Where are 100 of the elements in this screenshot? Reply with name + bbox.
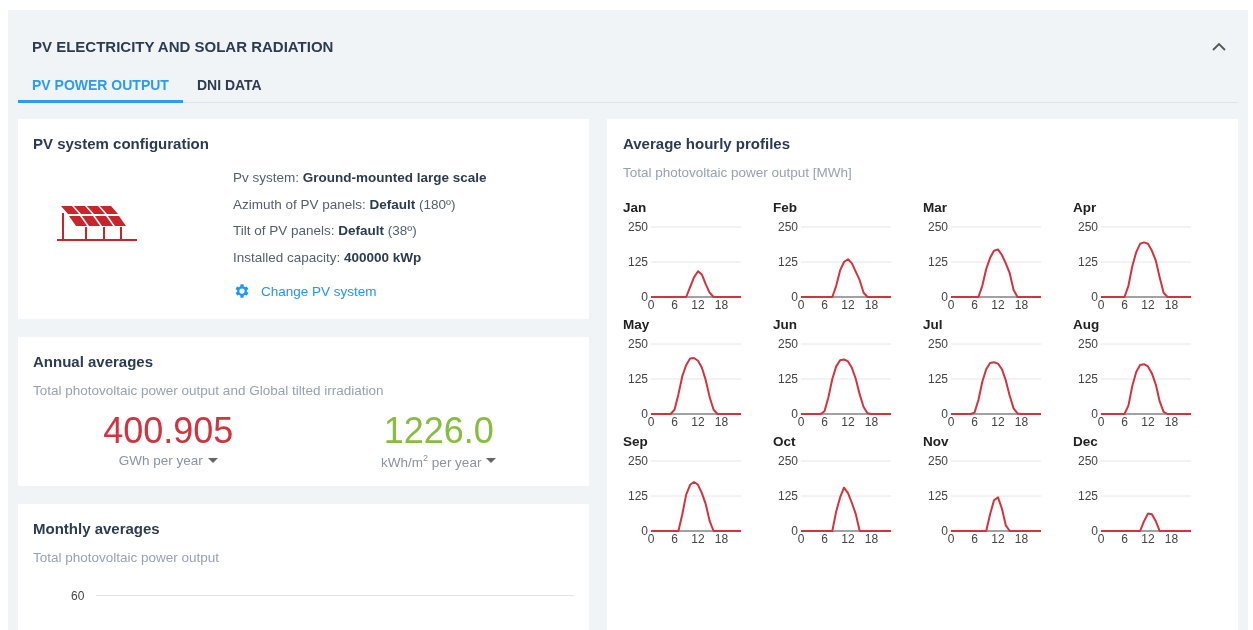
axis-tick-label: 0 — [647, 532, 655, 543]
axis-tick-label: 125 — [627, 489, 648, 503]
axis-tick-label: 0 — [1091, 407, 1098, 421]
chart-title: Jun — [773, 317, 798, 332]
axis-tick-label: 0 — [647, 415, 655, 426]
axis-tick-label: 250 — [927, 220, 948, 234]
axis-tick-label: 18 — [1014, 532, 1029, 543]
axis-tick-label: 125 — [927, 489, 948, 503]
axis-tick-label: 125 — [627, 372, 648, 386]
axis-tick-label: 6 — [1121, 415, 1128, 426]
axis-tick-label: 0 — [941, 524, 948, 538]
chart-title: Apr — [1073, 200, 1098, 215]
card-subtitle: Total photovoltaic power output [MWh] — [623, 165, 853, 180]
axis-tick-label: 6 — [971, 415, 978, 426]
tab[interactable]: DNI DATA — [182, 77, 276, 103]
chart-title: Oct — [773, 434, 797, 449]
axis-tick-label: 6 — [671, 415, 678, 426]
axis-tick-label: 250 — [1077, 337, 1098, 351]
settings-icon — [233, 282, 251, 300]
axis-tick-label: 125 — [1077, 372, 1098, 386]
card-title: PV system configuration — [33, 135, 210, 152]
axis-tick-label: 18 — [1164, 298, 1179, 309]
axis-tick-label: 125 — [777, 255, 798, 269]
axis-tick-label: 12 — [841, 298, 855, 309]
axis-tick-label: 0 — [641, 290, 648, 304]
axis-tick-label: 0 — [1097, 415, 1105, 426]
chart-title: May — [623, 317, 651, 332]
axis-tick-label: 18 — [864, 298, 879, 309]
axis-tick-label: 6 — [671, 298, 678, 309]
annual-value: 1226.0 — [383, 412, 494, 450]
axis-tick-label: 18 — [864, 532, 879, 543]
section-title: PV ELECTRICITY AND SOLAR RADIATION — [32, 38, 334, 55]
chart-title: Dec — [1073, 434, 1099, 449]
axis-tick-label: 0 — [1091, 524, 1098, 538]
axis-tick-label: 6 — [1121, 298, 1128, 309]
axis-tick-label: 18 — [714, 532, 729, 543]
axis-tick-label: 125 — [1077, 255, 1098, 269]
card-subtitle: Total photovoltaic power output and Global tilted irradiation — [33, 383, 385, 398]
axis-tick-label: 125 — [927, 372, 948, 386]
change-pv-system-link[interactable]: Change PV system — [233, 282, 377, 300]
axis-tick-label: 0 — [641, 524, 648, 538]
axis-tick-label: 60 — [71, 588, 85, 603]
axis-tick-label: 0 — [1097, 532, 1105, 543]
card-subtitle: Total photovoltaic power output — [33, 549, 221, 565]
chart-title: Jan — [623, 200, 648, 215]
axis-tick-label: 12 — [1141, 415, 1155, 426]
config-line: Azimuth of PV panels: Default (180º) — [233, 196, 457, 214]
axis-tick-label: 250 — [627, 454, 648, 468]
axis-tick-label: 250 — [927, 337, 948, 351]
chart-title: Jul — [923, 317, 944, 332]
axis-tick-label: 18 — [1164, 532, 1179, 543]
axis-tick-label: 250 — [777, 337, 798, 351]
config-line: Pv system: Ground-mounted large scale — [233, 170, 487, 187]
axis-tick-label: 125 — [777, 372, 798, 386]
axis-tick-label: 6 — [821, 415, 828, 426]
axis-tick-label: 12 — [841, 415, 855, 426]
axis-tick-label: 18 — [864, 415, 879, 426]
axis-tick-label: 6 — [971, 532, 978, 543]
axis-tick-label: 0 — [797, 298, 805, 309]
axis-tick-label: 12 — [691, 415, 705, 426]
caret-icon — [207, 457, 218, 464]
config-line: Tilt of PV panels: Default (38º) — [233, 223, 418, 240]
axis-tick-label: 0 — [1091, 290, 1098, 304]
chart-title: Nov — [923, 434, 950, 449]
axis-tick-label: 18 — [714, 298, 729, 309]
unit-dropdown[interactable]: kWh/m$^{2}$ per year — [381, 453, 497, 470]
axis-tick-label: 12 — [691, 298, 705, 309]
axis-tick-label: 0 — [791, 407, 798, 421]
axis-tick-label: 0 — [941, 407, 948, 421]
axis-tick-label: 250 — [627, 337, 648, 351]
card-title: Monthly averages — [33, 519, 161, 537]
axis-tick-label: 12 — [841, 532, 855, 543]
axis-tick-label: 0 — [641, 407, 648, 421]
axis-tick-label: 6 — [821, 298, 828, 309]
collapse-icon[interactable] — [1212, 42, 1226, 51]
axis-tick-label: 18 — [1014, 298, 1029, 309]
axis-tick-label: 250 — [777, 454, 798, 468]
unit-dropdown[interactable]: GWh per year — [118, 453, 218, 468]
axis-tick-label: 12 — [991, 298, 1005, 309]
axis-tick-label: 125 — [777, 489, 798, 503]
axis-tick-label: 18 — [1014, 415, 1029, 426]
axis-tick-label: 0 — [647, 298, 655, 309]
chart-title: Sep — [623, 434, 649, 449]
chart-title: Mar — [923, 200, 948, 215]
axis-tick-label: 0 — [797, 532, 805, 543]
axis-tick-label: 250 — [927, 454, 948, 468]
axis-tick-label: 250 — [777, 220, 798, 234]
axis-tick-label: 6 — [1121, 532, 1128, 543]
tab[interactable]: PV POWER OUTPUT — [18, 77, 183, 103]
axis-tick-label: 12 — [991, 415, 1005, 426]
chart-title: Feb — [773, 200, 798, 215]
card-title: Annual averages — [33, 353, 155, 370]
axis-tick-label: 250 — [627, 220, 648, 234]
axis-tick-label: 0 — [791, 290, 798, 304]
axis-tick-label: 6 — [971, 298, 978, 309]
axis-tick-label: 12 — [991, 532, 1005, 543]
axis-tick-label: 125 — [927, 255, 948, 269]
chart-title: Aug — [1073, 317, 1101, 332]
axis-tick-label: 18 — [1164, 415, 1179, 426]
axis-tick-label: 0 — [947, 532, 955, 543]
